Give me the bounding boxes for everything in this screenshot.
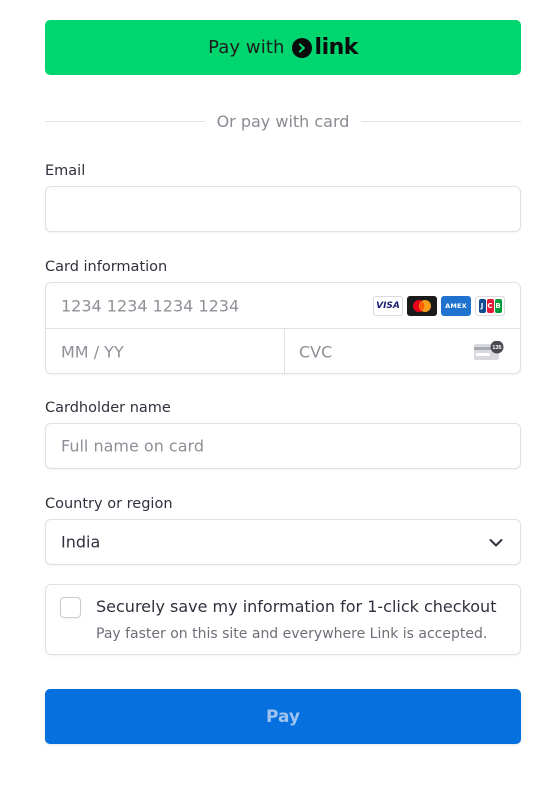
divider-line-right [361, 120, 522, 122]
cardholder-name-placeholder: Full name on card [61, 436, 204, 456]
card-information-group: 1234 1234 1234 1234 VISA AMEX J C B MM /… [45, 282, 521, 374]
pay-button[interactable]: Pay [45, 689, 521, 744]
save-info-checkbox[interactable] [60, 597, 81, 618]
email-label: Email [45, 163, 86, 179]
card-information-label: Card information [45, 259, 168, 275]
cardholder-name-field[interactable]: Full name on card [45, 423, 521, 469]
country-label: Country or region [45, 496, 173, 512]
link-arrow-icon [291, 37, 312, 58]
link-logo: link [291, 35, 359, 60]
country-select[interactable]: India [45, 519, 521, 565]
link-wordmark: link [314, 35, 359, 60]
divider-line-left [45, 120, 205, 122]
svg-text:135: 135 [492, 345, 501, 351]
pay-with-link-button[interactable]: Pay with link [45, 20, 521, 75]
visa-icon: VISA [373, 296, 403, 316]
cvc-field[interactable]: CVC 135 [284, 329, 520, 374]
save-info-title: Securely save my information for 1-click… [96, 597, 497, 616]
amex-icon: AMEX [441, 296, 471, 316]
divider-text: Or pay with card [216, 111, 350, 131]
cvc-card-icon: 135 [474, 340, 504, 365]
cardholder-name-label: Cardholder name [45, 400, 171, 416]
or-divider: Or pay with card [45, 108, 522, 134]
expiry-field[interactable]: MM / YY [46, 329, 285, 374]
country-value: India [61, 532, 101, 552]
chevron-down-icon [489, 533, 503, 552]
card-brands: VISA AMEX J C B [373, 296, 505, 316]
card-number-placeholder: 1234 1234 1234 1234 [61, 296, 240, 315]
cvc-placeholder: CVC [299, 342, 333, 361]
mastercard-icon [407, 296, 437, 316]
save-info-subtitle: Pay faster on this site and everywhere L… [96, 626, 488, 642]
card-number-field[interactable]: 1234 1234 1234 1234 VISA AMEX J C B [46, 283, 520, 329]
jcb-icon: J C B [475, 296, 505, 316]
pay-button-label: Pay [265, 706, 301, 727]
expiry-placeholder: MM / YY [61, 342, 124, 361]
save-info-option: Securely save my information for 1-click… [45, 584, 521, 655]
email-field[interactable] [45, 186, 521, 232]
pay-with-label: Pay with [208, 37, 285, 58]
